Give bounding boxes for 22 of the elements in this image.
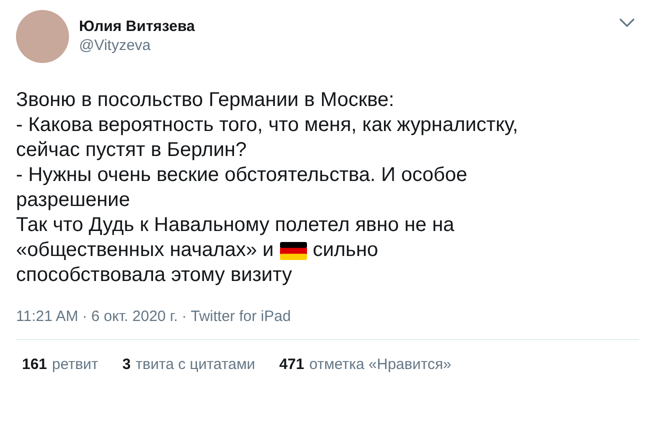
separator-dot: ·	[82, 308, 88, 325]
flag-icon	[280, 242, 307, 260]
tweet-text: - Нужны очень веские обстоятельства. И особое разрешение	[16, 163, 468, 213]
tweet-text: сильно	[312, 238, 378, 263]
tweet-source-link[interactable]: Twitter for iPad	[190, 308, 291, 325]
tweet-text: «общественных началах» и	[16, 238, 274, 263]
stat-label[interactable]: ретвит	[52, 356, 98, 373]
stat-label[interactable]: твита с цитатами	[136, 356, 256, 373]
tweet-text: способствовала этому визиту	[16, 263, 293, 288]
stat-count[interactable]: 3	[122, 356, 131, 373]
tweet-time[interactable]: 11:21 AM	[16, 308, 78, 325]
author-handle[interactable]: @Vityzeva	[79, 37, 619, 54]
stat-count[interactable]: 471	[279, 356, 304, 373]
author-name[interactable]: Юлия Витязева	[79, 18, 619, 35]
tweet-text: - Какова вероятность того, что меня, как журналистку, сейчас пустят в Берлин?	[16, 113, 520, 163]
separator-dot: ·	[182, 308, 187, 325]
tweet-date[interactable]: 6 окт. 2020 г.	[91, 308, 178, 325]
stat-count[interactable]: 161	[22, 356, 48, 373]
chevron-down-icon[interactable]	[619, 18, 635, 28]
tweet-text: Так что Дудь к Навальному полетел явно не на	[16, 213, 456, 238]
stat-label[interactable]: отметка «Нравится»	[309, 356, 452, 373]
tweet-text: Звоню в посольство Германии в Москве:	[16, 88, 396, 113]
